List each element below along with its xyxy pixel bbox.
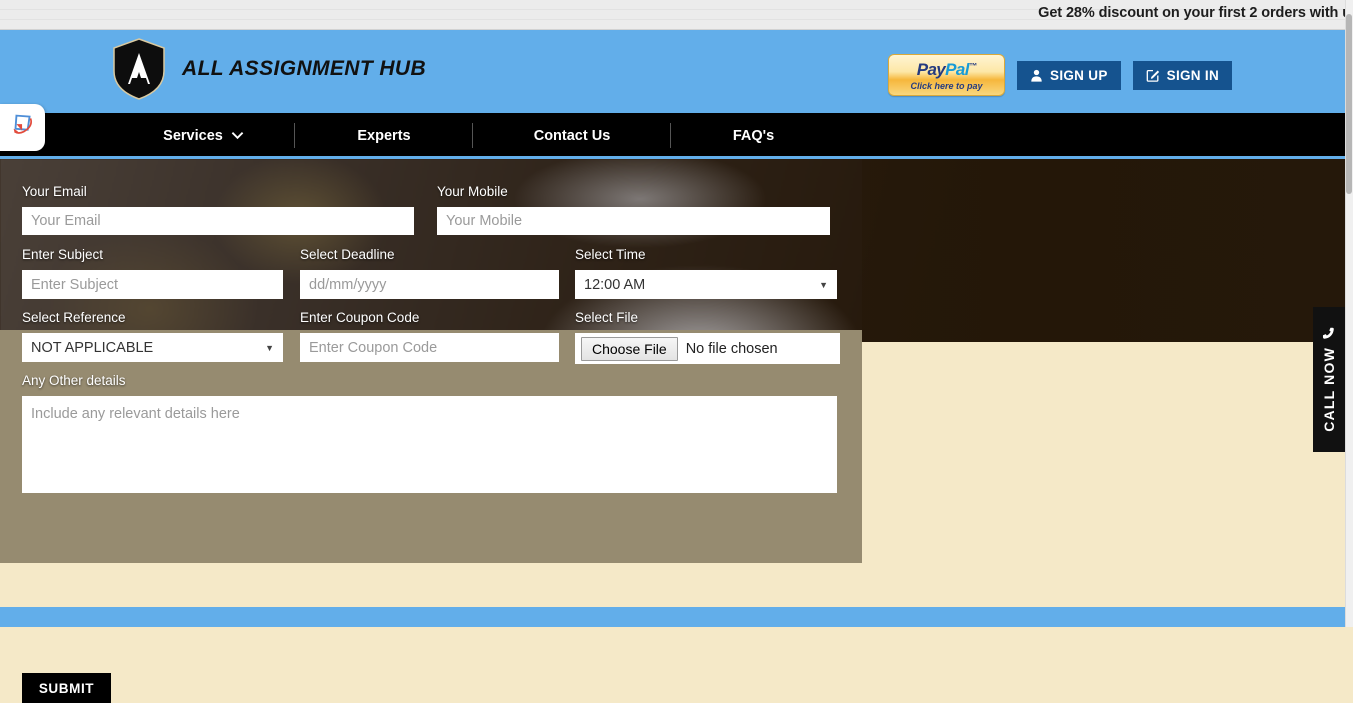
nav-item-experts[interactable]: Experts — [295, 113, 473, 158]
user-icon — [1030, 69, 1043, 82]
header-actions: PayPal™ Click here to pay SIGN UP SIGN I… — [888, 54, 1232, 96]
form-fields: Your Email Your Mobile Enter Subject Sel… — [0, 159, 862, 563]
choose-file-button[interactable]: Choose File — [581, 337, 678, 361]
order-form: Your Email Your Mobile Enter Subject Sel… — [0, 159, 862, 563]
reference-select[interactable]: NOT APPLICABLE ▼ — [22, 333, 283, 362]
coupon-label: Enter Coupon Code — [300, 310, 419, 325]
time-select[interactable]: 12:00 AM ▼ — [575, 270, 837, 299]
file-input[interactable]: Choose File No file chosen — [575, 333, 840, 364]
paypal-pay-text: Pay — [917, 60, 945, 79]
call-now-content: CALL NOW — [1321, 327, 1337, 432]
time-label: Select Time — [575, 247, 646, 262]
nav-item-faqs[interactable]: FAQ's — [671, 113, 836, 158]
sign-up-button[interactable]: SIGN UP — [1017, 61, 1121, 90]
brand-logo-group[interactable]: ALL ASSIGNMENT HUB — [112, 38, 426, 100]
call-now-label: CALL NOW — [1321, 347, 1337, 432]
subject-label: Enter Subject — [22, 247, 103, 262]
sign-up-label: SIGN UP — [1050, 68, 1108, 83]
deadline-label: Select Deadline — [300, 247, 395, 262]
reference-select-value: NOT APPLICABLE — [31, 340, 153, 356]
submit-button[interactable]: SUBMIT — [22, 673, 111, 703]
chevron-down-icon: ▼ — [265, 343, 274, 353]
chevron-down-icon — [231, 128, 244, 144]
main-navigation: Services Experts Contact Us FAQ's — [0, 113, 1345, 158]
deadline-input[interactable] — [300, 270, 559, 299]
paypal-pay-button[interactable]: PayPal™ Click here to pay — [888, 54, 1005, 96]
nav-item-label: Experts — [357, 128, 410, 144]
paypal-subtitle: Click here to pay — [889, 81, 1004, 91]
footer-accent-bar — [0, 607, 1345, 627]
call-now-tab[interactable]: CALL NOW — [1313, 307, 1345, 452]
mobile-label: Your Mobile — [437, 184, 508, 199]
coupon-input[interactable] — [300, 333, 559, 362]
nav-item-contact-us[interactable]: Contact Us — [473, 113, 671, 158]
sign-in-label: SIGN IN — [1167, 68, 1219, 83]
time-select-value: 12:00 AM — [584, 277, 645, 293]
reference-label: Select Reference — [22, 310, 126, 325]
nav-item-label: FAQ's — [733, 128, 774, 144]
browser-top-strip: Get 28% discount on your first 2 orders … — [0, 0, 1353, 30]
email-input[interactable] — [22, 207, 414, 235]
edit-square-icon — [1146, 68, 1160, 82]
brand-name: ALL ASSIGNMENT HUB — [182, 57, 426, 81]
nav-item-services[interactable]: Services — [112, 113, 295, 158]
file-status-text: No file chosen — [686, 341, 778, 357]
sign-in-button[interactable]: SIGN IN — [1133, 61, 1232, 90]
page-scrollbar-track[interactable] — [1345, 0, 1353, 627]
paypal-trademark: ™ — [969, 61, 976, 70]
nav-items: Services Experts Contact Us FAQ's — [112, 113, 836, 158]
nav-item-label: Contact Us — [534, 128, 611, 144]
file-label: Select File — [575, 310, 638, 325]
mobile-input[interactable] — [437, 207, 830, 235]
shield-logo-icon — [112, 38, 166, 100]
nav-item-label: Services — [163, 128, 223, 144]
promo-banner-text: Get 28% discount on your first 2 orders … — [1038, 5, 1351, 21]
chevron-down-icon: ▼ — [819, 280, 828, 290]
paypal-pal-text: Pal — [945, 60, 969, 79]
phone-icon — [1321, 327, 1337, 340]
subject-input[interactable] — [22, 270, 283, 299]
feedback-document-icon — [8, 110, 38, 145]
email-label: Your Email — [22, 184, 87, 199]
paypal-wordmark: PayPal™ — [889, 60, 1004, 80]
details-label: Any Other details — [22, 373, 126, 388]
feedback-widget-button[interactable] — [0, 104, 45, 151]
page-scrollbar-thumb[interactable] — [1346, 14, 1352, 194]
hero-dark-overlay — [862, 159, 1345, 342]
details-textarea[interactable] — [22, 396, 837, 493]
site-header: ALL ASSIGNMENT HUB PayPal™ Click here to… — [0, 30, 1345, 113]
